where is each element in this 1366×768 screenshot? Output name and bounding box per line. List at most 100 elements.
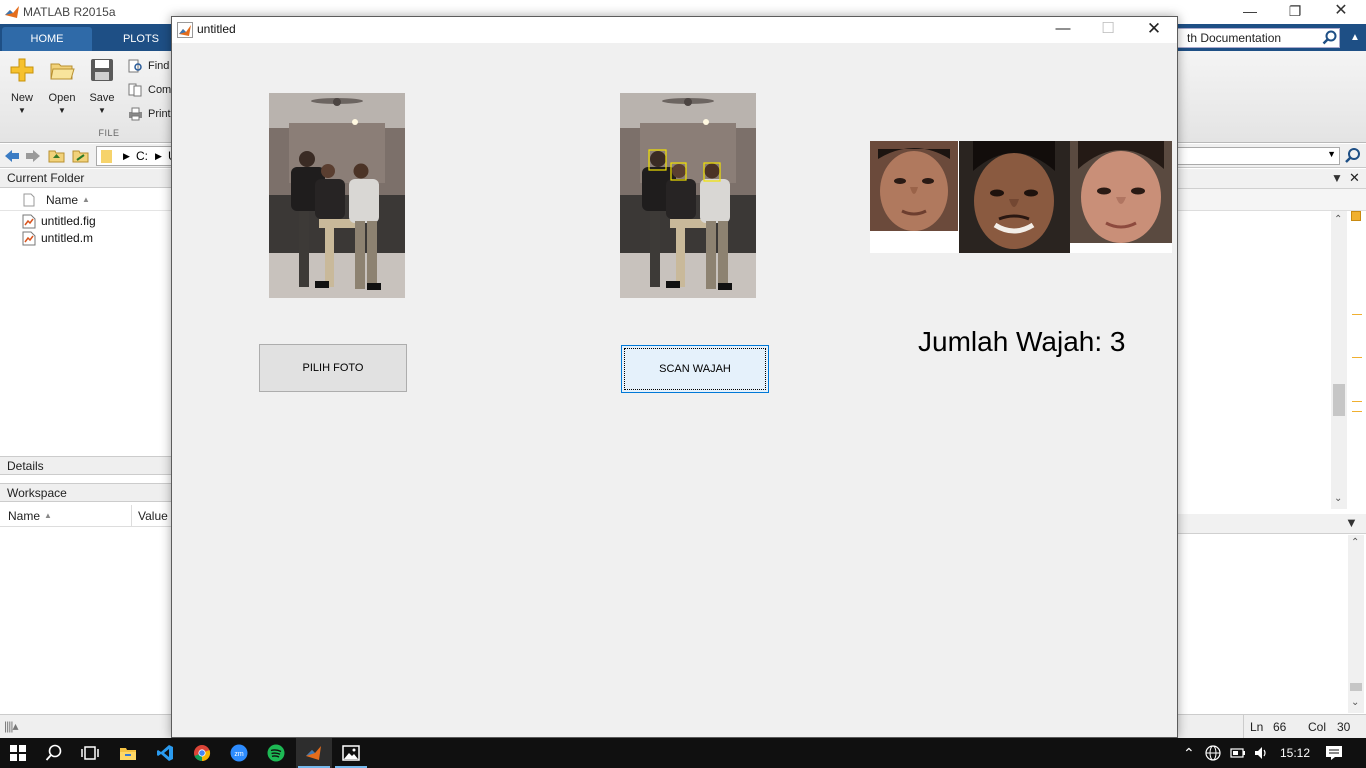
- show-hidden-icons[interactable]: ⌃: [1183, 738, 1195, 768]
- find-files-label: Find: [148, 60, 170, 72]
- compare-icon: [128, 83, 142, 97]
- taskbar: zm ⌃ 15:12: [0, 738, 1366, 768]
- figure-content: PILIH FOTO SCAN WAJAH Jumlah Wajah: 3: [172, 43, 1177, 737]
- panel-menu-icon[interactable]: ▼: [1331, 171, 1343, 185]
- chevron-down-icon[interactable]: ▼: [1327, 149, 1336, 159]
- command-scrollbar[interactable]: ⌃ ⌄: [1348, 535, 1364, 713]
- print-label: Print: [148, 108, 171, 120]
- figure-close-button[interactable]: ✕: [1131, 17, 1177, 43]
- status-bar-right: Ln 66 Col 30: [1177, 714, 1366, 739]
- new-button[interactable]: New ▼: [4, 57, 40, 115]
- figure-titlebar: untitled — ☐ ✕: [172, 17, 1177, 43]
- task-view-button[interactable]: [72, 738, 108, 768]
- file-type-icon: [23, 193, 35, 207]
- figure-minimize-button[interactable]: —: [1040, 17, 1086, 43]
- action-center-icon[interactable]: [1325, 745, 1343, 761]
- workspace-name-column[interactable]: Name: [8, 505, 40, 527]
- photos-icon: [342, 745, 360, 761]
- scroll-thumb[interactable]: [1350, 683, 1362, 691]
- close-button[interactable]: ✕: [1318, 0, 1364, 24]
- print-icon: [129, 107, 142, 121]
- zoom-button[interactable]: zm: [221, 738, 257, 768]
- file-row[interactable]: untitled.fig: [22, 213, 96, 230]
- folder-open-icon: [50, 63, 75, 80]
- current-folder-header: Current Folder: [0, 169, 172, 188]
- clock-time[interactable]: 15:12: [1280, 738, 1310, 768]
- face-crop-3: [1070, 141, 1172, 243]
- photo-image: [269, 93, 405, 298]
- matlab-logo-icon: [5, 6, 19, 18]
- path-separator-icon: ▶: [155, 151, 162, 161]
- vscode-button[interactable]: [147, 738, 183, 768]
- face-crop-2: [959, 141, 1070, 253]
- close-panel-icon[interactable]: ✕: [1349, 170, 1360, 186]
- matlab-taskbar-button[interactable]: [296, 738, 332, 768]
- spotify-button[interactable]: [258, 738, 294, 768]
- compare-button[interactable]: Comp: [128, 81, 177, 99]
- file-row[interactable]: untitled.m: [22, 230, 93, 247]
- editor-scrollbar[interactable]: ⌃ ⌄: [1331, 211, 1347, 509]
- restore-button[interactable]: ❐: [1272, 0, 1318, 24]
- network-globe-icon[interactable]: [1205, 745, 1221, 761]
- volume-icon[interactable]: [1253, 745, 1269, 761]
- address-right-field[interactable]: ▼: [1176, 147, 1340, 165]
- face-count-label: Jumlah Wajah: 3: [918, 326, 1126, 357]
- matlab-window-title: MATLAB R2015a: [23, 5, 116, 19]
- chevron-down-icon: ▼: [18, 106, 26, 115]
- minimize-button[interactable]: —: [1227, 0, 1273, 24]
- photos-taskbar-button[interactable]: [333, 738, 369, 768]
- up-folder-icon[interactable]: [48, 148, 65, 163]
- back-arrow-icon[interactable]: [4, 149, 20, 163]
- column-label: Col: [1308, 720, 1327, 734]
- path-segment-drive[interactable]: C:: [136, 147, 148, 165]
- save-disk-icon: [91, 59, 113, 81]
- figure-maximize-button[interactable]: ☐: [1085, 17, 1131, 43]
- figure-window: untitled — ☐ ✕ PILIH FOTO SCAN WAJAH Jum…: [171, 16, 1178, 738]
- svg-text:zm: zm: [234, 751, 244, 758]
- workspace-value-column[interactable]: Value: [138, 505, 168, 527]
- details-header[interactable]: Details: [0, 456, 172, 475]
- task-view-icon: [81, 746, 99, 760]
- pilih-foto-button[interactable]: PILIH FOTO: [259, 344, 407, 392]
- print-button[interactable]: Print: [128, 105, 171, 123]
- name-column-header[interactable]: Name ▲: [0, 189, 172, 211]
- documentation-search-input[interactable]: th Documentation: [1150, 28, 1340, 48]
- open-button[interactable]: Open ▼: [44, 57, 80, 115]
- find-files-button[interactable]: Find: [128, 57, 169, 75]
- file-name: untitled.fig: [41, 214, 96, 228]
- original-photo: [269, 93, 405, 298]
- search-folder-icon[interactable]: [1344, 147, 1362, 165]
- chevron-down-icon: ▼: [58, 106, 66, 115]
- line-number: 66: [1273, 720, 1287, 734]
- scroll-thumb[interactable]: [1333, 384, 1345, 416]
- battery-icon[interactable]: [1230, 747, 1246, 759]
- chrome-icon: [194, 745, 211, 762]
- browse-folder-icon[interactable]: [72, 148, 89, 163]
- forward-arrow-icon[interactable]: [25, 149, 41, 163]
- editor-header: ▼ ✕: [1177, 169, 1366, 189]
- scan-wajah-button[interactable]: SCAN WAJAH: [621, 345, 769, 393]
- panel-menu-icon[interactable]: ▼: [1345, 515, 1358, 530]
- new-label: New: [10, 92, 33, 104]
- search-button[interactable]: [36, 738, 72, 768]
- resize-grip-icon[interactable]: ||||▴: [4, 719, 18, 733]
- start-icon: [10, 745, 26, 761]
- collapse-toolstrip-button[interactable]: ▲: [1346, 28, 1364, 48]
- chevron-down-icon: ▼: [98, 106, 106, 115]
- start-button[interactable]: [0, 738, 36, 768]
- save-button[interactable]: Save ▼: [84, 57, 120, 115]
- sort-ascending-icon: ▲: [44, 511, 52, 520]
- chrome-button[interactable]: [184, 738, 220, 768]
- m-file-icon: [22, 231, 36, 246]
- photo-image: [620, 93, 756, 298]
- tab-home[interactable]: HOME: [2, 27, 92, 51]
- current-path-field[interactable]: ▶ C: ▶ U: [96, 146, 177, 166]
- search-icon[interactable]: [1322, 30, 1338, 46]
- open-label: Open: [48, 92, 76, 104]
- matlab-icon: [306, 746, 321, 760]
- file-explorer-icon: [120, 748, 136, 760]
- file-explorer-button[interactable]: [110, 738, 146, 768]
- status-bar-left: ||||▴: [0, 714, 172, 738]
- save-label: Save: [89, 92, 115, 104]
- path-separator-icon: ▶: [123, 151, 130, 161]
